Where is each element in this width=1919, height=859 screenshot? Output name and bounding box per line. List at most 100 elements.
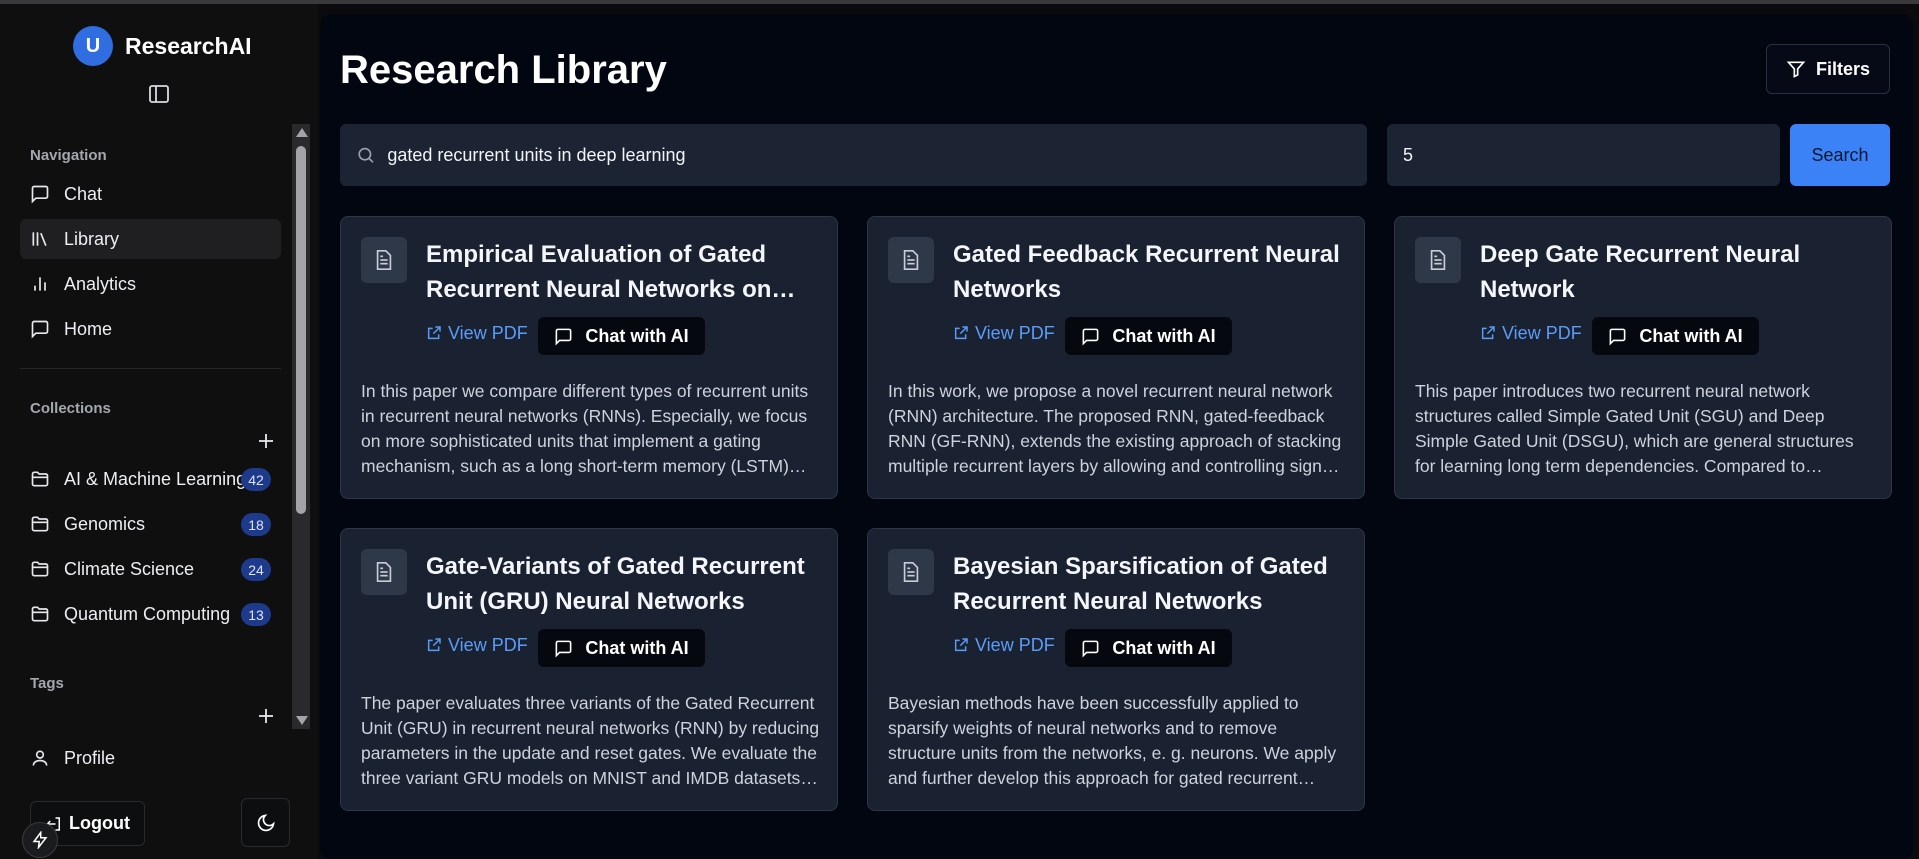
bolt-icon <box>32 831 48 849</box>
paper-title[interactable]: Deep Gate Recurrent Neural Network <box>1480 237 1870 307</box>
document-icon <box>361 549 407 595</box>
paper-card[interactable]: Deep Gate Recurrent Neural Network View P… <box>1394 216 1892 499</box>
chat-with-ai-button[interactable]: Chat with AI <box>1592 317 1759 355</box>
sidebar-scrollbar[interactable] <box>292 124 310 729</box>
paper-abstract: In this work, we propose a novel recurre… <box>888 381 1345 476</box>
chat-with-ai-label: Chat with AI <box>585 637 689 658</box>
paper-card[interactable]: Empirical Evaluation of Gated Recurrent … <box>340 216 838 499</box>
paper-abstract: Bayesian methods have been successfully … <box>888 693 1337 788</box>
view-pdf-label: View PDF <box>975 634 1055 655</box>
collection-label: Climate Science <box>64 558 195 579</box>
chat-with-ai-button[interactable]: Chat with AI <box>538 317 705 355</box>
sidebar-item-label: Analytics <box>64 273 137 294</box>
library-icon <box>32 232 47 246</box>
filter-icon <box>1786 61 1806 78</box>
paper-abstract: This paper introduces two recurrent neur… <box>1415 381 1854 476</box>
search-input[interactable] <box>387 144 1367 166</box>
document-icon <box>888 549 934 595</box>
folder-icon <box>31 606 49 622</box>
sidebar-item-profile[interactable]: Profile <box>20 738 281 778</box>
folder-icon <box>31 516 49 532</box>
message-square-icon <box>555 640 572 658</box>
collection-item-ai-ml[interactable]: AI & Machine Learning 42 <box>20 459 281 499</box>
paper-abstract: In this paper we compare different types… <box>361 381 809 476</box>
result-count-field[interactable] <box>1387 124 1780 186</box>
document-icon <box>1415 237 1461 283</box>
scroll-up-arrow-icon[interactable] <box>296 128 308 137</box>
filters-label: Filters <box>1815 58 1871 79</box>
sidebar-item-chat[interactable]: Chat <box>20 174 281 214</box>
user-icon <box>32 750 48 766</box>
search-field[interactable] <box>340 124 1367 186</box>
sidebar-item-analytics[interactable]: Analytics <box>20 264 281 304</box>
brand: U ResearchAI <box>73 26 252 66</box>
view-pdf-link[interactable]: View PDF <box>426 632 528 658</box>
collection-count-badge: 13 <box>241 603 271 626</box>
paper-title[interactable]: Bayesian Sparsification of Gated Recurre… <box>953 549 1343 619</box>
collection-item-quantum-computing[interactable]: Quantum Computing 13 <box>20 594 281 634</box>
sidebar-item-label: Chat <box>64 183 103 204</box>
sidebar-item-label: Library <box>64 228 120 249</box>
collection-item-climate-science[interactable]: Climate Science 24 <box>20 549 281 589</box>
page-title: Research Library <box>340 48 667 92</box>
collection-count-badge: 42 <box>241 468 271 491</box>
main-panel: Research Library Filters Search Empirica… <box>320 14 1913 859</box>
logout-label: Logout <box>69 813 130 833</box>
sidebar-item-home[interactable]: Home <box>20 309 281 349</box>
scroll-thumb[interactable] <box>296 146 306 514</box>
view-pdf-link[interactable]: View PDF <box>953 320 1055 346</box>
quick-action-button[interactable] <box>22 822 58 858</box>
tags-section-label: Tags <box>30 675 64 692</box>
document-icon <box>888 237 934 283</box>
add-tag-plus-icon[interactable] <box>255 705 277 727</box>
paper-title[interactable]: Gate-Variants of Gated Recurrent Unit (G… <box>426 549 816 619</box>
app-name: ResearchAI <box>125 32 252 59</box>
paper-card[interactable]: Gate-Variants of Gated Recurrent Unit (G… <box>340 528 838 811</box>
chat-with-ai-button[interactable]: Chat with AI <box>1065 629 1232 667</box>
paper-card[interactable]: Bayesian Sparsification of Gated Recurre… <box>867 528 1365 811</box>
chat-with-ai-label: Chat with AI <box>585 325 689 346</box>
paper-card[interactable]: Gated Feedback Recurrent Neural Networks… <box>867 216 1365 499</box>
collection-count-badge: 24 <box>241 558 271 581</box>
collection-item-genomics[interactable]: Genomics 18 <box>20 504 281 544</box>
external-link-icon <box>1481 326 1495 340</box>
chat-with-ai-label: Chat with AI <box>1639 325 1743 346</box>
collection-label: AI & Machine Learning <box>64 468 247 489</box>
theme-toggle-button[interactable] <box>241 798 290 847</box>
view-pdf-label: View PDF <box>975 322 1055 343</box>
message-square-icon <box>1082 328 1099 346</box>
sidebar-toggle-icon[interactable] <box>147 82 171 106</box>
paper-title[interactable]: Empirical Evaluation of Gated Recurrent … <box>426 237 816 307</box>
external-link-icon <box>954 638 968 652</box>
search-icon <box>358 147 374 163</box>
paper-title[interactable]: Gated Feedback Recurrent Neural Networks <box>953 237 1343 307</box>
chat-with-ai-label: Chat with AI <box>1112 325 1216 346</box>
filters-button[interactable]: Filters <box>1766 44 1890 94</box>
sidebar-scroll-area: Navigation Chat Library Analytics Home C… <box>0 124 292 729</box>
sidebar-divider <box>20 368 281 369</box>
collection-count-badge: 18 <box>241 513 271 536</box>
message-square-icon <box>31 185 49 204</box>
document-icon <box>361 237 407 283</box>
avatar[interactable]: U <box>73 26 113 66</box>
view-pdf-label: View PDF <box>448 634 528 655</box>
sidebar-item-label: Home <box>64 318 113 339</box>
view-pdf-link[interactable]: View PDF <box>953 632 1055 658</box>
collection-label: Quantum Computing <box>64 603 231 624</box>
sidebar: U ResearchAI Navigation Chat Library Ana… <box>0 4 318 859</box>
add-collection-plus-icon[interactable] <box>255 430 277 452</box>
folder-icon <box>31 561 49 577</box>
bar-chart-icon <box>34 277 46 291</box>
folder-icon <box>31 471 49 487</box>
view-pdf-link[interactable]: View PDF <box>1480 320 1582 346</box>
chat-with-ai-button[interactable]: Chat with AI <box>538 629 705 667</box>
result-count-input[interactable] <box>1403 144 1780 166</box>
nav-section-label: Navigation <box>30 147 107 164</box>
profile-label: Profile <box>64 747 116 768</box>
view-pdf-link[interactable]: View PDF <box>426 320 528 346</box>
sidebar-item-library[interactable]: Library <box>20 219 281 259</box>
scroll-down-arrow-icon[interactable] <box>296 716 308 725</box>
moon-icon <box>257 813 275 831</box>
search-button[interactable]: Search <box>1790 124 1890 186</box>
chat-with-ai-button[interactable]: Chat with AI <box>1065 317 1232 355</box>
